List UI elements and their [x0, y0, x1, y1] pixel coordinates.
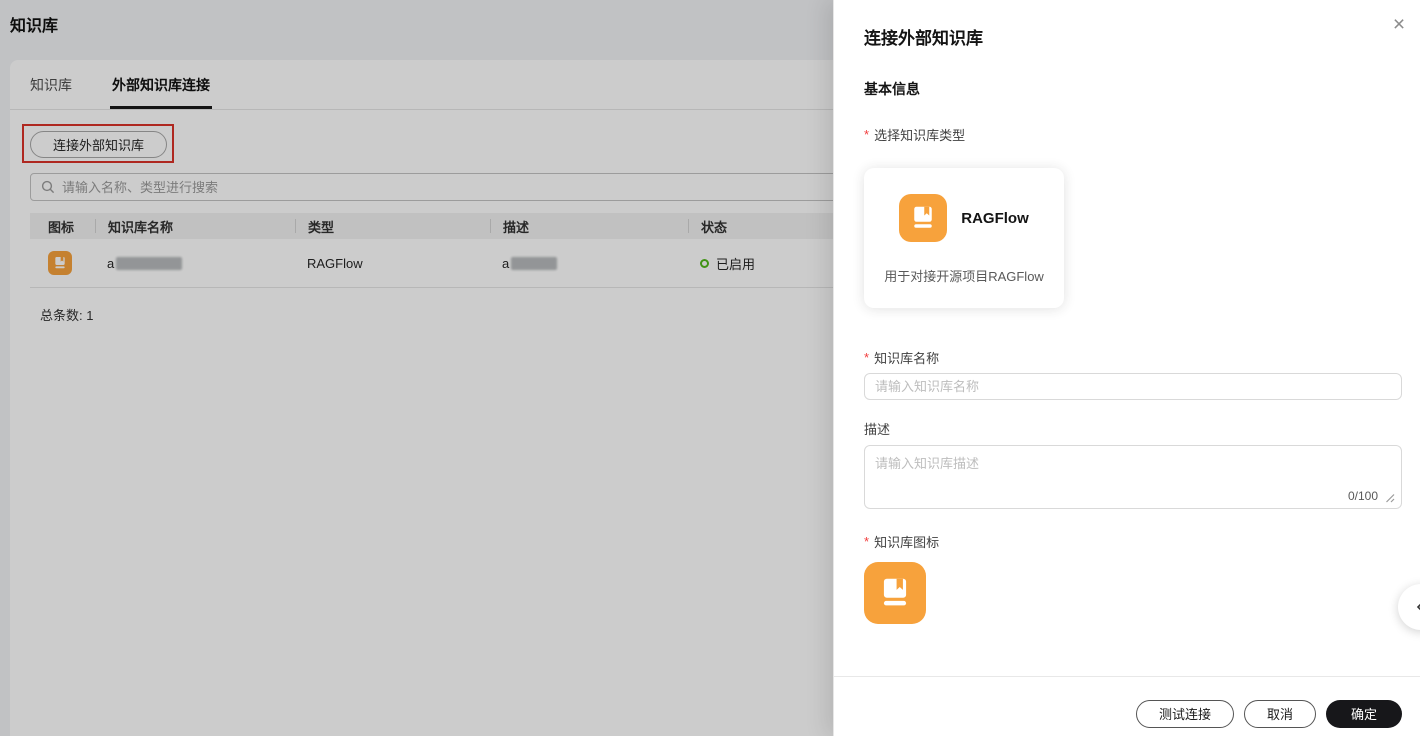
field-label-kb-type: * 选择知识库类型	[864, 127, 966, 143]
resize-handle-icon[interactable]	[1385, 493, 1395, 503]
drawer-body: 基本信息 * 选择知识库类型 RAGFlow 用于对接开源项目RAGFlow *	[834, 79, 1420, 624]
required-mark: *	[864, 350, 870, 365]
drawer-footer: 测试连接 取消 确定	[834, 676, 1420, 736]
kb-name-input[interactable]	[864, 373, 1402, 400]
confirm-button[interactable]: 确定	[1325, 699, 1402, 728]
connect-external-kb-drawer: 连接外部知识库 × 基本信息 * 选择知识库类型 RAGFlow 用于对接开源项…	[833, 0, 1420, 736]
section-basic-info: 基本信息	[864, 81, 920, 97]
kb-type-name: RAGFlow	[961, 209, 1029, 227]
book-icon	[883, 578, 907, 606]
ragflow-book-icon	[899, 194, 948, 242]
required-mark: *	[864, 127, 870, 142]
test-connection-button[interactable]: 测试连接	[1135, 699, 1234, 728]
kb-type-desc: 用于对接开源项目RAGFlow	[884, 269, 1044, 284]
field-label-kb-name: * 知识库名称	[864, 350, 940, 366]
field-label-description: 描述	[864, 422, 891, 437]
field-label-kb-icon: * 知识库图标	[864, 534, 940, 550]
kb-type-card-ragflow[interactable]: RAGFlow 用于对接开源项目RAGFlow	[864, 168, 1064, 308]
char-counter: 0/100	[1347, 489, 1378, 503]
required-mark: *	[864, 534, 870, 549]
chevron-left-icon	[1416, 603, 1420, 611]
kb-icon-preview[interactable]	[864, 562, 926, 624]
drawer-header: 连接外部知识库 ×	[834, 0, 1420, 49]
cancel-button[interactable]: 取消	[1243, 699, 1316, 728]
close-icon[interactable]: ×	[1384, 10, 1414, 40]
drawer-title: 连接外部知识库	[864, 29, 983, 48]
kb-description-textarea[interactable]	[864, 445, 1402, 509]
